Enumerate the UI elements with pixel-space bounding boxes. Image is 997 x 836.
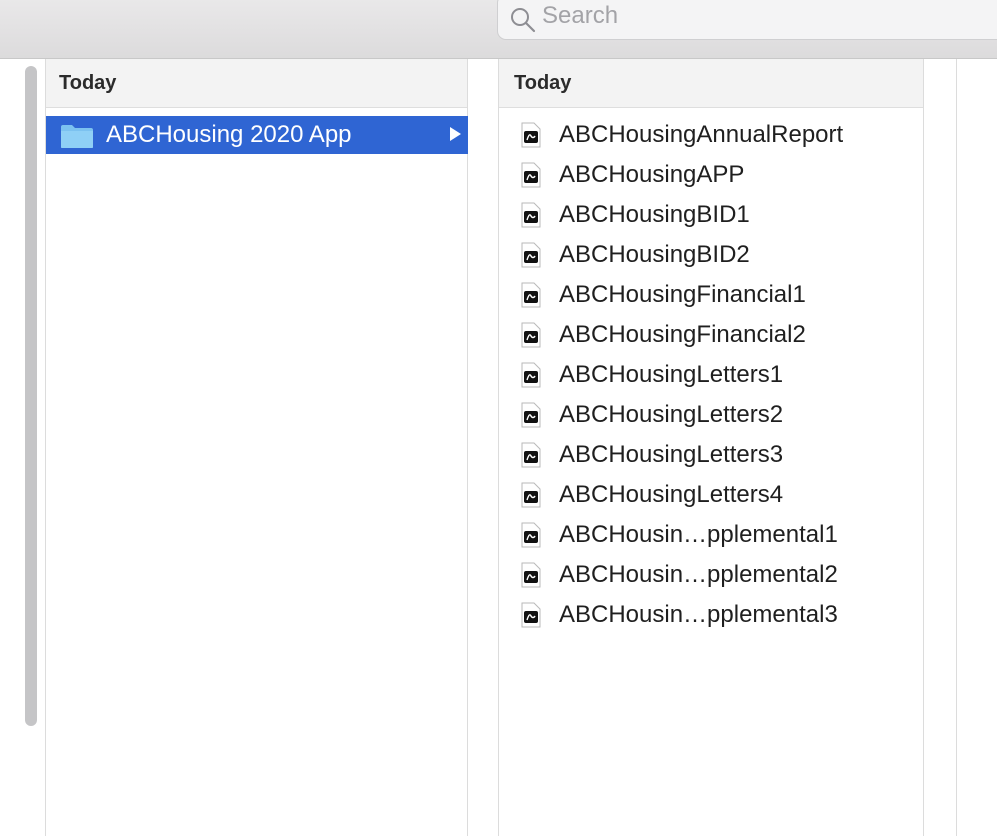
file-row[interactable]: ABCHousingLetters1 bbox=[499, 357, 923, 397]
file-label: ABCHousin…pplemental1 bbox=[559, 521, 838, 548]
scrollbar[interactable] bbox=[25, 66, 37, 726]
file-row[interactable]: ABCHousingLetters4 bbox=[499, 477, 923, 517]
folder-label: ABCHousing 2020 App bbox=[106, 121, 352, 148]
file-label: ABCHousingBID2 bbox=[559, 241, 750, 268]
search-icon bbox=[511, 8, 536, 33]
file-label: ABCHousingLetters3 bbox=[559, 441, 784, 468]
pdf-file-icon bbox=[521, 162, 541, 188]
search-field[interactable] bbox=[497, 0, 997, 40]
file-row[interactable]: ABCHousingFinancial2 bbox=[499, 317, 923, 357]
pdf-file-icon bbox=[521, 562, 541, 588]
file-label: ABCHousin…pplemental2 bbox=[559, 561, 838, 588]
file-label: ABCHousingLetters4 bbox=[559, 481, 784, 508]
search-input[interactable] bbox=[540, 0, 984, 33]
file-row[interactable]: ABCHousin…pplemental1 bbox=[499, 517, 923, 557]
column-1: Today ABCHousing 2020 App bbox=[45, 59, 468, 836]
file-list: ABCHousingAnnualReport ABCHousingAPP ABC… bbox=[499, 117, 923, 637]
file-label: ABCHousingAnnualReport bbox=[559, 121, 844, 148]
pdf-file-icon bbox=[521, 402, 541, 428]
pdf-file-icon bbox=[521, 602, 541, 628]
file-label: ABCHousingAPP bbox=[559, 161, 745, 188]
finder-toolbar bbox=[0, 0, 997, 59]
file-label: ABCHousingBID1 bbox=[559, 201, 750, 228]
file-label: ABCHousingLetters1 bbox=[559, 361, 784, 388]
file-row[interactable]: ABCHousingBID2 bbox=[499, 237, 923, 277]
folder-row-selected[interactable]: ABCHousing 2020 App bbox=[46, 116, 468, 154]
file-row[interactable]: ABCHousingLetters2 bbox=[499, 397, 923, 437]
pdf-file-icon bbox=[521, 522, 541, 548]
pdf-file-icon bbox=[521, 442, 541, 468]
sidebar-edge bbox=[0, 59, 22, 836]
pdf-file-icon bbox=[521, 202, 541, 228]
pdf-file-icon bbox=[521, 282, 541, 308]
file-row[interactable]: ABCHousingAnnualReport bbox=[499, 117, 923, 157]
file-row[interactable]: ABCHousin…pplemental2 bbox=[499, 557, 923, 597]
column-header: Today bbox=[499, 59, 923, 108]
pdf-file-icon bbox=[521, 122, 541, 148]
pdf-file-icon bbox=[521, 242, 541, 268]
column-gutter bbox=[468, 59, 498, 836]
file-label: ABCHousingFinancial1 bbox=[559, 281, 806, 308]
column-2: Today ABCHousingAnnualReport ABCHousingA… bbox=[498, 59, 924, 836]
column-gutter bbox=[924, 59, 957, 836]
file-label: ABCHousingLetters2 bbox=[559, 401, 784, 428]
pdf-file-icon bbox=[521, 482, 541, 508]
folder-icon bbox=[61, 125, 93, 148]
file-row[interactable]: ABCHousingAPP bbox=[499, 157, 923, 197]
pdf-file-icon bbox=[521, 322, 541, 348]
file-row[interactable]: ABCHousingBID1 bbox=[499, 197, 923, 237]
column-header: Today bbox=[46, 59, 467, 108]
file-row[interactable]: ABCHousin…pplemental3 bbox=[499, 597, 923, 637]
file-row[interactable]: ABCHousingFinancial1 bbox=[499, 277, 923, 317]
file-row[interactable]: ABCHousingLetters3 bbox=[499, 437, 923, 477]
pdf-file-icon bbox=[521, 362, 541, 388]
file-label: ABCHousin…pplemental3 bbox=[559, 601, 838, 628]
disclosure-triangle-icon bbox=[450, 127, 461, 141]
file-label: ABCHousingFinancial2 bbox=[559, 321, 806, 348]
